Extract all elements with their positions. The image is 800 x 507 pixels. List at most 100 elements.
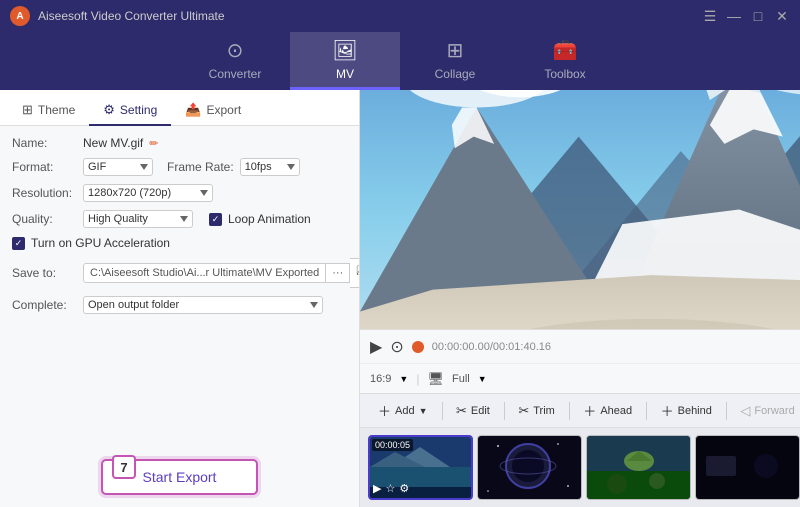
resolution-label: Resolution: (12, 186, 77, 200)
ratio-dropdown[interactable]: ▼ (399, 374, 408, 384)
save-dots-btn[interactable]: ··· (326, 263, 350, 283)
framerate-select[interactable]: 10fps 15fps 24fps 30fps (240, 158, 300, 176)
add-label: Add (395, 405, 415, 417)
format-select[interactable]: GIF MP4 AVI MOV (83, 158, 153, 176)
collage-icon: ⊞ (447, 38, 464, 63)
export-section: 7 Start Export (0, 447, 359, 507)
time-display: 00:00:00.00/00:01:40.16 (432, 341, 551, 353)
edit-icon: ✂ (456, 403, 467, 419)
setting-icon: ⚙ (103, 102, 115, 118)
filmstrip-thumb-3[interactable] (586, 435, 691, 500)
video-preview: AISEESOFT (360, 90, 800, 329)
filmstrip-thumb-1[interactable]: 00:00:05 ▶ ☆ ⚙ (368, 435, 473, 500)
forward-icon: ◁ (740, 403, 750, 419)
tab-converter-label: Converter (209, 67, 262, 81)
add-dropdown-arrow: ▼ (419, 406, 428, 416)
screen-icon: 🖥 (427, 371, 444, 387)
gpu-checkbox[interactable] (12, 237, 25, 250)
complete-select[interactable]: Open output folder Do nothing Shut down (83, 296, 323, 314)
nav-tabs: ⊙ Converter 🖼 MV ⊞ Collage 🧰 Toolbox (0, 32, 800, 90)
sub-tabs: ⊞ Theme ⚙ Setting 📤 Export (0, 90, 359, 126)
maximize-btn[interactable]: □ (750, 8, 766, 25)
ahead-button[interactable]: ＋ Ahead (575, 397, 640, 424)
subtab-setting[interactable]: ⚙ Setting (89, 96, 171, 126)
minimize-btn[interactable]: — (726, 8, 742, 25)
tab-collage[interactable]: ⊞ Collage (400, 32, 510, 90)
mv-icon: 🖼 (332, 38, 357, 63)
size-dropdown[interactable]: ▼ (478, 374, 487, 384)
tab-toolbox-label: Toolbox (544, 67, 585, 81)
trim-icon: ✂ (518, 403, 529, 419)
saveto-label: Save to: (12, 266, 77, 280)
add-button[interactable]: ＋ Add ▼ (370, 397, 436, 424)
subtab-export-label: Export (206, 103, 241, 117)
left-panel: ⊞ Theme ⚙ Setting 📤 Export Name: New MV.… (0, 90, 360, 507)
trim-label: Trim (533, 405, 555, 417)
app-logo: A (10, 6, 30, 26)
quality-label: Quality: (12, 212, 77, 226)
tab-mv[interactable]: 🖼 MV (290, 32, 400, 90)
forward-button[interactable]: ◁ Forward (732, 399, 800, 423)
resolution-row: Resolution: 1280x720 (720p) 1920x1080 (1… (12, 184, 347, 202)
play-btn[interactable]: ▶ (370, 337, 382, 357)
name-row: Name: New MV.gif ✏ (12, 136, 347, 150)
subtab-theme[interactable]: ⊞ Theme (8, 96, 89, 126)
tab-toolbox[interactable]: 🧰 Toolbox (510, 32, 620, 90)
filmstrip-thumb-4[interactable] (695, 435, 800, 500)
quality-select[interactable]: High Quality Medium Quality Low Quality (83, 210, 193, 228)
export-icon: 📤 (185, 102, 201, 118)
complete-row: Complete: Open output folder Do nothing … (12, 296, 347, 314)
title-bar: A Aiseesoft Video Converter Ultimate ☰ —… (0, 0, 800, 32)
stop-btn[interactable]: ⊙ (390, 337, 403, 357)
thumb1-settings-icon[interactable]: ⚙ (399, 482, 409, 495)
trim-button[interactable]: ✂ Trim (510, 399, 563, 423)
thumb1-time: 00:00:05 (372, 439, 413, 451)
tab-converter[interactable]: ⊙ Converter (180, 32, 290, 90)
thumb3-preview (587, 436, 691, 500)
theme-icon: ⊞ (22, 102, 33, 118)
converter-icon: ⊙ (227, 38, 244, 63)
thumb2-preview (478, 436, 582, 500)
forward-label: Forward (754, 405, 794, 417)
thumb1-play-icon[interactable]: ▶ (373, 482, 381, 495)
right-panel: AISEESOFT ▶ ⊙ 00:00:00.00/00:01:40.16 🔊 … (360, 90, 800, 507)
loop-label: Loop Animation (228, 212, 311, 226)
loop-checkbox[interactable] (209, 213, 222, 226)
save-folder-btn[interactable]: 🗁 (350, 258, 359, 288)
save-path: C:\Aiseesoft Studio\Ai...r Ultimate\MV E… (83, 263, 326, 283)
step-badge: 7 (112, 455, 136, 479)
quality-row: Quality: High Quality Medium Quality Low… (12, 210, 347, 228)
record-dot (412, 341, 424, 353)
format-row: Format: GIF MP4 AVI MOV Frame Rate: 10fp… (12, 158, 347, 176)
gpu-label: Turn on GPU Acceleration (31, 236, 170, 250)
mountain-scene-svg: AISEESOFT (360, 90, 800, 329)
video-controls-row2: 16:9 ▼ | 🖥 Full ▼ 00:00:00.00/00:01:40.1… (360, 363, 800, 393)
gpu-row: Turn on GPU Acceleration (12, 236, 347, 250)
complete-label: Complete: (12, 298, 77, 312)
edit-icon[interactable]: ✏ (149, 137, 158, 150)
separator1: | (416, 372, 419, 386)
edit-button[interactable]: ✂ Edit (448, 399, 498, 423)
video-controls: ▶ ⊙ 00:00:00.00/00:01:40.16 🔊 Start Expo… (360, 329, 800, 363)
behind-label: Behind (678, 405, 712, 417)
menu-icon[interactable]: ☰ (702, 8, 718, 25)
framerate-label: Frame Rate: (167, 160, 234, 174)
settings-area: Name: New MV.gif ✏ Format: GIF MP4 AVI M… (0, 126, 359, 447)
size-value: Full (452, 373, 470, 385)
subtab-export[interactable]: 📤 Export (171, 96, 255, 126)
behind-button[interactable]: ＋ Behind (653, 397, 720, 424)
filmstrip: 00:00:05 ▶ ☆ ⚙ (360, 427, 800, 507)
ratio-value: 16:9 (370, 373, 391, 385)
edit-label: Edit (471, 405, 490, 417)
main-content: ⊞ Theme ⚙ Setting 📤 Export Name: New MV.… (0, 90, 800, 507)
thumb4-preview (696, 436, 800, 500)
toolbox-icon: 🧰 (553, 38, 578, 63)
close-btn[interactable]: ✕ (774, 8, 790, 25)
app-title: Aiseesoft Video Converter Ultimate (38, 9, 702, 23)
window-controls: ☰ — □ ✕ (702, 8, 790, 25)
filmstrip-thumb-2[interactable] (477, 435, 582, 500)
thumb1-star-icon[interactable]: ☆ (385, 482, 395, 495)
name-label: Name: (12, 136, 77, 150)
resolution-select[interactable]: 1280x720 (720p) 1920x1080 (1080p) 854x48… (83, 184, 213, 202)
subtab-theme-label: Theme (38, 103, 75, 117)
